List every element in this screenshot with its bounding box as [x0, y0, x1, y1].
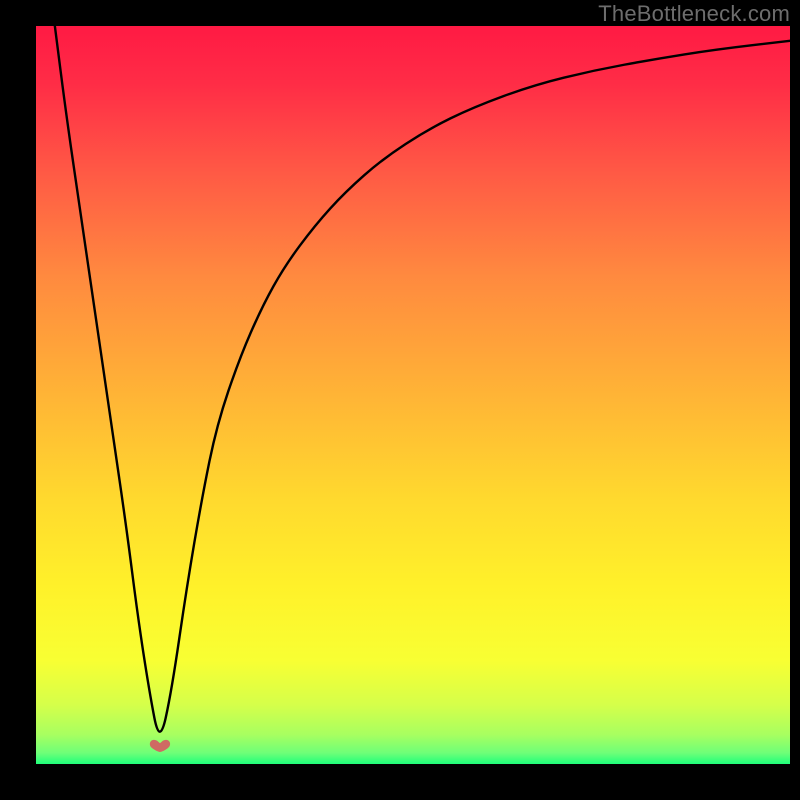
- bottleneck-curve: [36, 26, 790, 764]
- optimal-point-marker: [147, 737, 173, 755]
- plot-area: [36, 26, 790, 764]
- curve-path: [55, 26, 790, 732]
- heart-icon: [150, 739, 170, 751]
- watermark-text: TheBottleneck.com: [598, 1, 790, 27]
